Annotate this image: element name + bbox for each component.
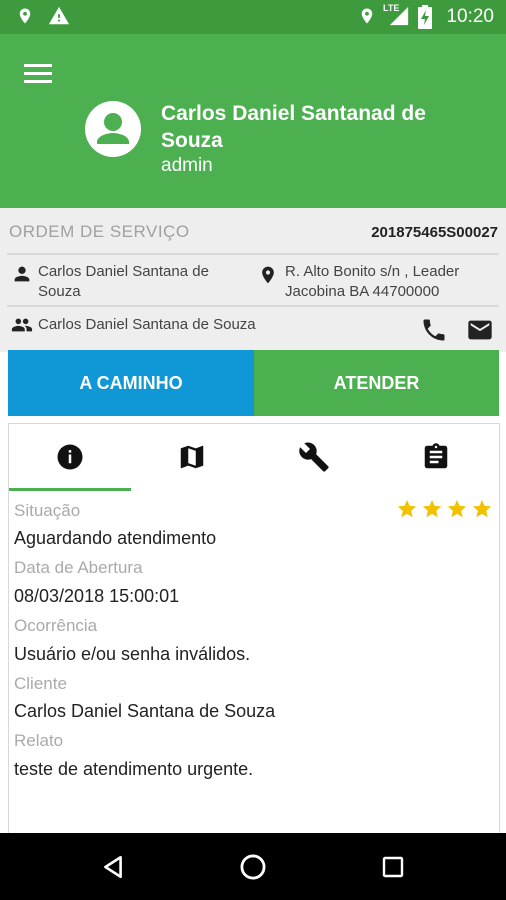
status-bar: LTE 10:20	[0, 0, 506, 34]
tab-report[interactable]	[375, 424, 497, 490]
attend-button[interactable]: ATENDER	[254, 350, 499, 416]
wrench-icon	[298, 441, 330, 473]
location-icon	[258, 263, 278, 287]
star-icon	[421, 498, 443, 520]
star-icon	[446, 498, 468, 520]
tab-selected-indicator	[9, 488, 131, 491]
client-name: Carlos Daniel Santana de Souza	[38, 263, 209, 300]
divider	[7, 253, 499, 255]
phone-icon[interactable]	[420, 316, 448, 344]
tab-tools[interactable]	[253, 424, 375, 490]
status-label: Situação	[14, 501, 81, 520]
report-label: Relato	[14, 731, 64, 750]
order-label: ORDEM DE SERVIÇO	[9, 222, 190, 241]
avatar	[85, 101, 141, 157]
opening-date-value: 08/03/2018 15:00:01	[14, 586, 180, 606]
on-the-way-button[interactable]: A CAMINHO	[8, 350, 254, 416]
occurrence-label: Ocorrência	[14, 616, 98, 635]
order-info-panel: ORDEM DE SERVIÇO 201875465S00027 Carlos …	[0, 208, 506, 352]
user-name: Carlos Daniel Santanad de Souza	[161, 102, 426, 152]
star-icon	[471, 498, 493, 520]
client-label: Cliente	[14, 674, 67, 693]
back-button[interactable]	[93, 847, 133, 887]
navigation-bar	[0, 833, 506, 900]
user-role: admin	[161, 155, 213, 176]
clock: 10:20	[446, 6, 494, 27]
report-value: teste de atendimento urgente.	[14, 759, 254, 779]
clipboard-icon	[421, 442, 451, 472]
location-icon	[358, 5, 376, 27]
battery-charging-icon	[418, 5, 432, 29]
people-icon	[9, 314, 35, 336]
location-icon	[16, 5, 34, 27]
menu-icon[interactable]	[24, 62, 54, 86]
contact-name: Carlos Daniel Santana de Souza	[38, 316, 256, 333]
email-icon[interactable]	[465, 316, 495, 344]
order-number: 201875465S00027	[371, 224, 498, 241]
details-card: Situação Aguardando atendimento Data de …	[8, 423, 500, 845]
lte-signal-icon	[388, 5, 410, 27]
divider	[7, 305, 499, 307]
info-icon	[55, 442, 85, 472]
warning-icon	[47, 5, 71, 27]
map-icon	[177, 442, 207, 472]
opening-date-label: Data de Abertura	[14, 558, 143, 577]
client-value: Carlos Daniel Santana de Souza	[14, 701, 276, 721]
star-icon	[396, 498, 418, 520]
status-value: Aguardando atendimento	[14, 528, 217, 548]
tab-info[interactable]	[9, 424, 131, 490]
tab-map[interactable]	[131, 424, 253, 490]
address[interactable]: R. Alto Bonito s/n , Leader Jacobina BA …	[285, 262, 499, 302]
home-button[interactable]	[233, 847, 273, 887]
rating-stars	[396, 498, 493, 520]
occurrence-value: Usuário e/ou senha inválidos.	[14, 644, 251, 664]
recents-button[interactable]	[373, 847, 413, 887]
person-icon	[11, 263, 33, 285]
profile-header: Carlos Daniel Santanad de Souza admin	[0, 34, 506, 208]
